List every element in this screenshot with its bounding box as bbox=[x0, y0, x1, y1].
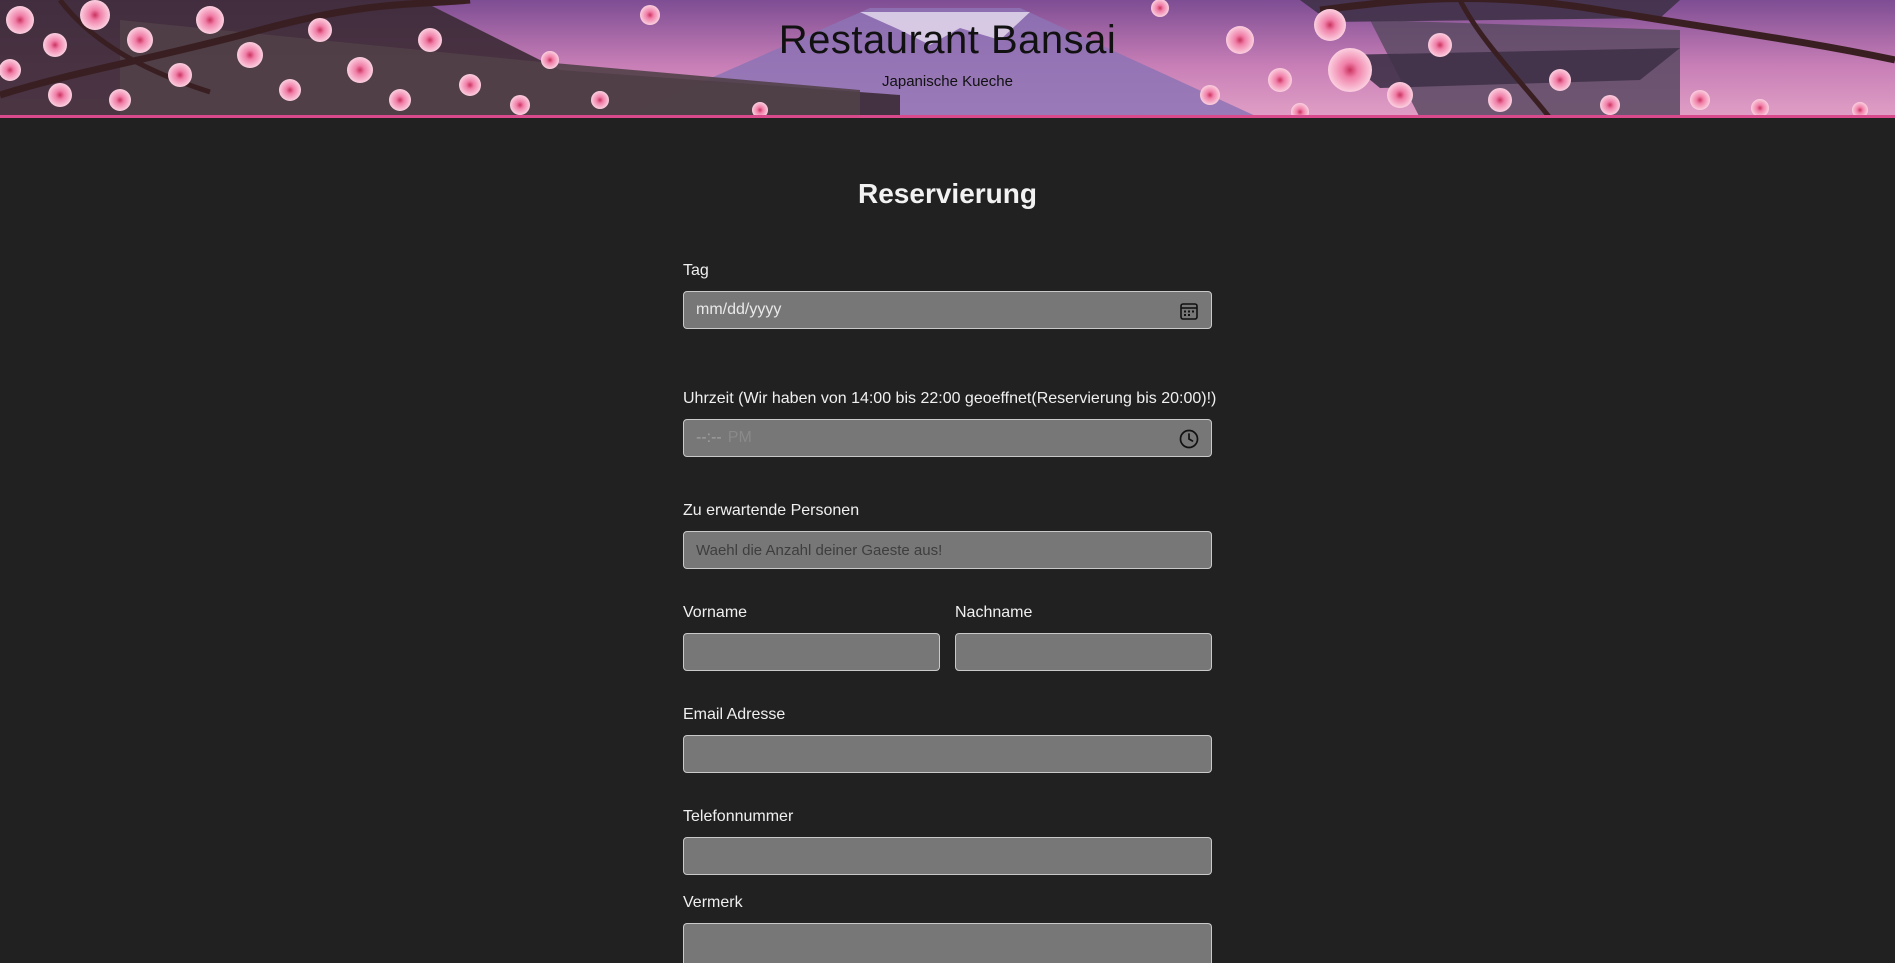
time-placeholder: --:-- bbox=[696, 429, 722, 446]
guests-placeholder: Waehl die Anzahl deiner Gaeste aus! bbox=[696, 541, 943, 559]
date-input[interactable]: mm/dd/yyyy bbox=[683, 291, 1212, 329]
guests-select[interactable]: Waehl die Anzahl deiner Gaeste aus! bbox=[683, 531, 1212, 569]
header-banner: Restaurant Bansai Japanische Kueche bbox=[0, 0, 1895, 118]
email-field[interactable] bbox=[683, 735, 1212, 773]
time-label: Uhrzeit (Wir haben von 14:00 bis 22:00 g… bbox=[683, 390, 1217, 407]
first-name-field[interactable] bbox=[683, 633, 940, 671]
last-name-field[interactable] bbox=[955, 633, 1212, 671]
time-ampm-placeholder: PM bbox=[727, 429, 752, 446]
date-label: Tag bbox=[683, 262, 709, 279]
time-input[interactable]: --:-- PM bbox=[683, 419, 1212, 457]
page-title: Reservierung bbox=[858, 178, 1037, 209]
date-placeholder: mm/dd/yyyy bbox=[696, 301, 782, 318]
last-name-label: Nachname bbox=[955, 604, 1033, 621]
note-textarea[interactable] bbox=[683, 923, 1212, 963]
calendar-icon[interactable] bbox=[1178, 300, 1200, 322]
restaurant-title: Restaurant Bansai bbox=[778, 18, 1117, 62]
restaurant-subtitle: Japanische Kueche bbox=[882, 73, 1013, 90]
clock-icon[interactable] bbox=[1178, 428, 1200, 450]
email-label: Email Adresse bbox=[683, 706, 786, 723]
phone-label: Telefonnummer bbox=[683, 808, 794, 825]
note-label: Vermerk bbox=[683, 894, 743, 911]
phone-field[interactable] bbox=[683, 837, 1212, 875]
first-name-label: Vorname bbox=[683, 604, 748, 621]
guests-label: Zu erwartende Personen bbox=[683, 502, 860, 519]
